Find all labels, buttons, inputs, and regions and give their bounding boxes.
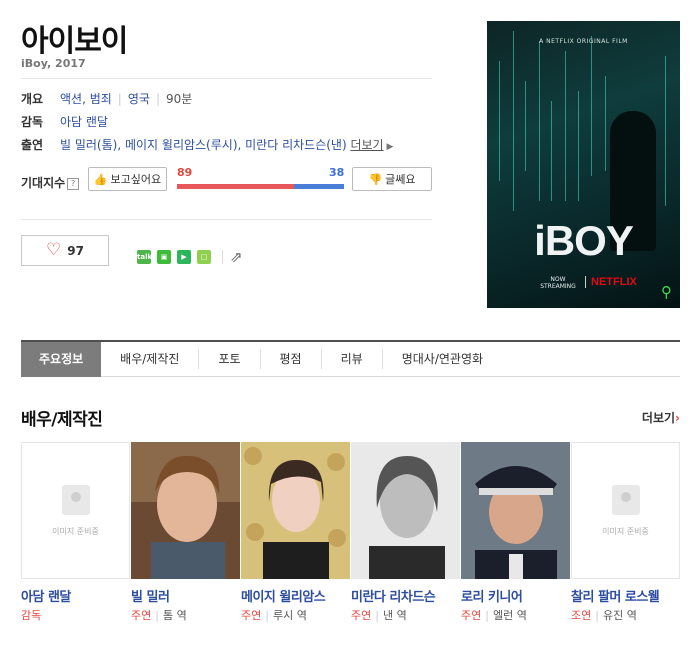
runtime-text: 90분 — [165, 92, 193, 106]
overview-value: 액션, 범죄 | 영국 | 90분 — [60, 92, 193, 106]
cast-more-link[interactable]: 더보기 — [350, 138, 383, 152]
page-title: 아이보이 — [21, 24, 128, 59]
tab-quotes-related[interactable]: 명대사/연관영화 — [381, 349, 502, 369]
cast-photo-image — [461, 442, 570, 579]
cast-name[interactable]: 미란다 리차드슨 — [351, 586, 436, 605]
cast-role: 감독 — [21, 609, 42, 622]
expectation-bar-fill — [177, 184, 294, 189]
cast-name[interactable]: 찰리 팔머 로스웰 — [571, 586, 660, 605]
share-divider — [222, 250, 223, 264]
cast-photo[interactable] — [351, 442, 460, 579]
director-label: 감독 — [21, 115, 44, 129]
expectation-label-text: 기대지수 — [21, 176, 66, 190]
cast-photo[interactable] — [461, 442, 570, 579]
expectation-label: 기대지수? — [21, 174, 80, 191]
cast-name[interactable]: 메이지 윌리암스 — [241, 586, 326, 605]
chevron-right-icon: › — [675, 411, 680, 425]
cast-list-link[interactable]: 빌 밀러(톰), 메이지 윌리암스(루시), 미란다 리차드슨(낸) — [60, 138, 347, 152]
cast-photo-image — [131, 442, 240, 579]
cast-photo-placeholder[interactable]: 이미지 준비중 — [571, 442, 680, 579]
like-button[interactable]: ♡ 97 — [21, 235, 109, 266]
cast-role: 조연 | 유진 역 — [571, 609, 637, 622]
overview-label: 개요 — [21, 92, 44, 106]
tab-review[interactable]: 리뷰 — [320, 349, 382, 369]
want-count: 89 — [177, 166, 193, 179]
tab-main-info[interactable]: 주요정보 — [21, 341, 102, 377]
not-sure-button[interactable]: 👎 글쎄요 — [352, 167, 432, 191]
cast-role: 주연 | 루시 역 — [241, 609, 307, 622]
tab-bar: 주요정보 배우/제작진 포토 평점 리뷰 명대사/연관영화 — [21, 340, 680, 377]
person-placeholder-icon — [62, 485, 90, 515]
tab-photo[interactable]: 포토 — [198, 349, 259, 369]
tab-rating[interactable]: 평점 — [259, 349, 321, 369]
divider — [21, 219, 432, 220]
director-link[interactable]: 아담 랜달 — [60, 113, 108, 130]
thumbs-up-icon: 👍 — [93, 172, 108, 186]
cast-name[interactable]: 로리 키니어 — [461, 586, 523, 605]
kakaostory-icon[interactable]: ▣ — [157, 250, 171, 264]
cast-photo-image — [351, 442, 460, 579]
expectation-bar — [177, 184, 344, 189]
person-placeholder-icon — [612, 485, 640, 515]
movie-poster[interactable]: A NETFLIX ORIGINAL FILM iBOY NOW STREAMI… — [487, 21, 680, 308]
cast-more-label: 더보기 — [641, 411, 676, 425]
poster-now-streaming: NOW STREAMING — [540, 276, 576, 290]
not-sure-label: 글쎄요 — [385, 173, 416, 186]
cast-section-title: 배우/제작진 — [21, 410, 103, 430]
cast-photo[interactable] — [131, 442, 240, 579]
netflix-logo: NETFLIX — [585, 276, 637, 288]
country-link[interactable]: 영국 — [128, 92, 150, 106]
kakaotalk-icon[interactable]: talk — [137, 250, 152, 264]
cast-photo-image — [241, 442, 350, 579]
line-icon[interactable]: □ — [197, 250, 211, 264]
share-external-icon[interactable]: ⇗ — [230, 248, 243, 266]
cast-grid: 이미지 준비중 이미지 준비중 — [21, 442, 680, 579]
chevron-right-icon: ▶ — [383, 142, 394, 152]
poster-title: iBOY — [534, 217, 634, 264]
tab-cast-crew[interactable]: 배우/제작진 — [101, 349, 198, 369]
cast-more-link[interactable]: 더보기› — [642, 409, 680, 426]
thumbs-down-icon: 👎 — [368, 172, 383, 186]
no-image-text: 이미지 준비중 — [52, 527, 99, 536]
help-icon[interactable]: ? — [67, 178, 80, 190]
genre-link[interactable]: 액션, 범죄 — [60, 92, 112, 106]
poster-original-film: A NETFLIX ORIGINAL FILM — [539, 38, 628, 45]
cast-value: 빌 밀러(톰), 메이지 윌리암스(루시), 미란다 리차드슨(낸) 더보기 ▶ — [60, 136, 393, 153]
want-to-see-label: 보고싶어요 — [110, 173, 162, 186]
divider — [21, 78, 432, 79]
cast-role: 주연 | 톰 역 — [131, 609, 187, 622]
cast-name[interactable]: 빌 밀러 — [131, 586, 170, 605]
heart-icon: ♡ — [46, 240, 62, 260]
cast-role: 주연 | 낸 역 — [351, 609, 407, 622]
band-icon[interactable]: ▶ — [177, 250, 191, 264]
cast-label: 출연 — [21, 138, 44, 152]
no-image-text: 이미지 준비중 — [602, 527, 649, 536]
zoom-icon[interactable]: ⚲ — [661, 283, 672, 301]
cast-role: 주연 | 엘런 역 — [461, 609, 527, 622]
want-to-see-button[interactable]: 👍 보고싶어요 — [88, 167, 167, 191]
like-count: 97 — [67, 243, 84, 258]
cast-name[interactable]: 아담 랜달 — [21, 586, 71, 605]
no-count: 38 — [329, 166, 345, 179]
cast-photo-placeholder[interactable]: 이미지 준비중 — [21, 442, 130, 579]
cast-photo[interactable] — [241, 442, 350, 579]
movie-subtitle: iBoy, 2017 — [21, 57, 86, 70]
